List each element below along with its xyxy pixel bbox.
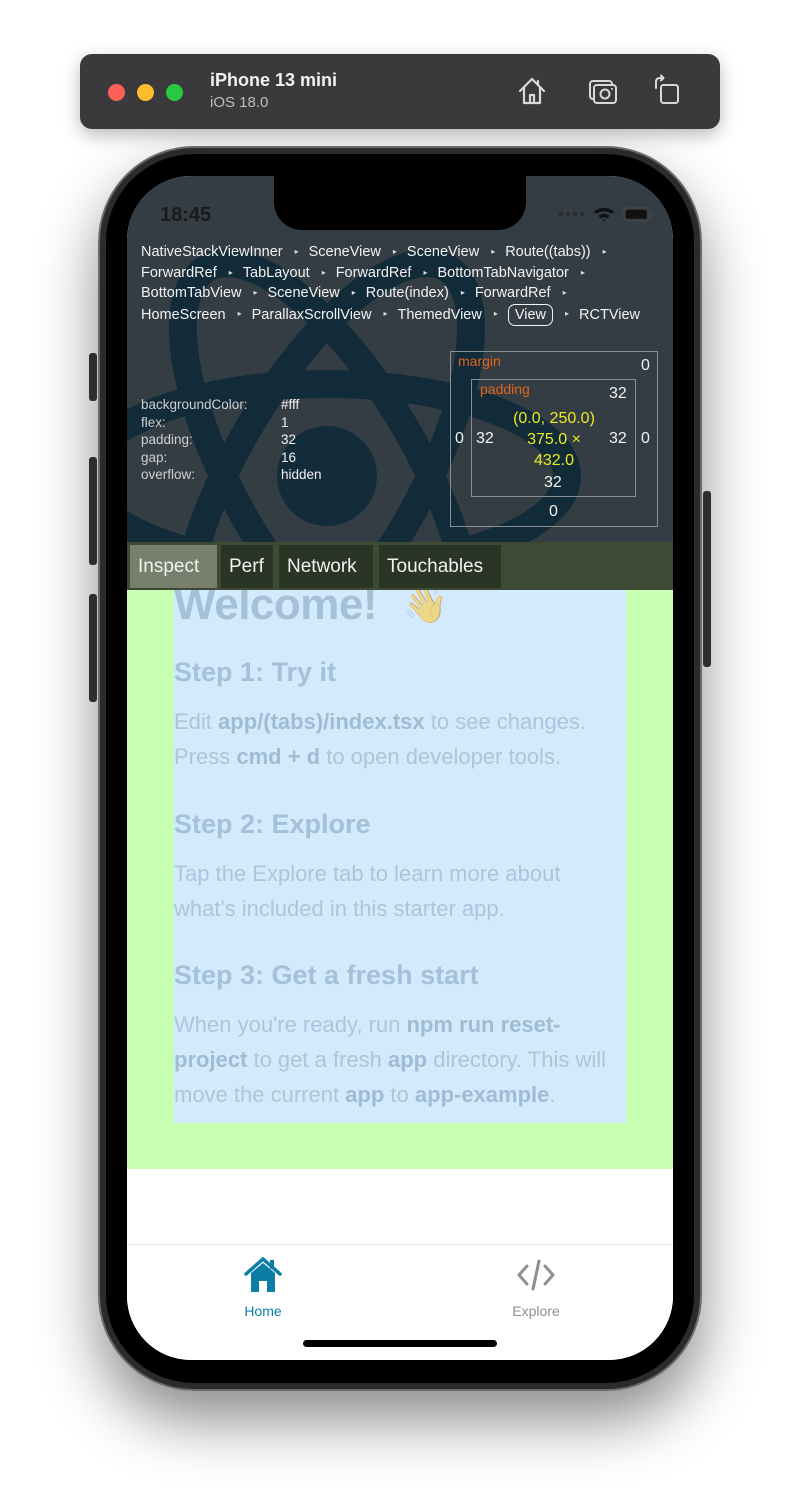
screenshot-icon[interactable]	[586, 74, 620, 108]
breadcrumb-item[interactable]: SceneView	[268, 283, 340, 304]
home-icon[interactable]	[515, 74, 549, 108]
prop-row: overflow: hidden	[141, 467, 322, 482]
breadcrumb-item[interactable]: SceneView	[309, 242, 381, 263]
os-version: iOS 18.0	[210, 94, 269, 111]
margin-bottom-value: 0	[549, 503, 558, 520]
status-icons	[559, 206, 653, 222]
breadcrumb-separator: ▸	[493, 308, 498, 318]
tab-explore-label: Explore	[512, 1303, 560, 1319]
padding-label: padding	[480, 381, 530, 397]
rotate-icon[interactable]	[650, 74, 684, 108]
power-button	[703, 491, 711, 667]
element-inspector: 18:45 NativeStackViewInner ▸ SceneView ▸ Sce…	[127, 176, 673, 542]
inspector-tabs: Inspect Perf Network Touchables	[127, 542, 673, 590]
breadcrumb-separator: ▸	[383, 308, 388, 318]
tab-home-label: Home	[244, 1303, 282, 1319]
margin-right-value: 0	[641, 430, 650, 447]
zoom-window-button[interactable]	[166, 84, 183, 101]
tab-inspect[interactable]: Inspect	[130, 545, 217, 588]
breadcrumb-separator: ▸	[392, 247, 397, 256]
prop-row: flex: 1	[141, 414, 289, 430]
mute-switch	[89, 353, 97, 401]
breadcrumb-item[interactable]: TabLayout	[243, 263, 310, 284]
breadcrumb-separator: ▸	[580, 267, 585, 277]
breadcrumb-separator: ▸	[321, 267, 326, 277]
breadcrumb-item[interactable]: ThemedView	[397, 305, 481, 326]
step-2-title: Step 2: Explore	[174, 809, 371, 839]
breadcrumb-separator: ▸	[602, 247, 607, 256]
phone-screen: Welcome! 👋 Step 1: Try it Edit app/(tabs…	[127, 176, 673, 1360]
margin-left-value: 0	[455, 430, 464, 447]
prop-row: backgroundColor: #fff	[141, 397, 300, 412]
style-props: backgroundColor: #fff flex: 1 padding: 32 g…	[141, 396, 322, 484]
step-3-body: When you're ready, run npm run reset-pro…	[174, 1012, 607, 1107]
step-3-title: Step 3: Get a fresh start	[174, 960, 479, 990]
breadcrumb-separator: ▸	[491, 247, 496, 256]
breadcrumb-separator: ▸	[460, 288, 465, 297]
prop-row: gap: 16	[141, 449, 297, 465]
simulator-toolbar: iPhone 13 mini iOS 18.0	[80, 54, 720, 129]
device-name: iPhone 13 mini	[210, 70, 338, 90]
status-time: 18:45	[160, 204, 212, 226]
margin-label: margin	[458, 353, 501, 369]
breadcrumb-item[interactable]: BottomTabView	[141, 283, 241, 304]
volume-up-button	[89, 457, 97, 565]
element-size-width: 375.0 ×	[527, 431, 581, 448]
breadcrumb-item[interactable]: View	[507, 303, 554, 326]
breadcrumb-item[interactable]: Route(index)	[366, 283, 449, 304]
padding-bottom-value: 32	[544, 474, 562, 491]
step-2-body: Tap the Explore tab to learn more about …	[174, 861, 561, 921]
volume-down-button	[89, 594, 97, 702]
breadcrumb-separator: ▸	[253, 288, 258, 297]
tab-network[interactable]: Network	[279, 545, 373, 588]
wifi-icon	[594, 207, 614, 222]
breadcrumb-item[interactable]: SceneView	[407, 242, 479, 263]
margin-top-value: 0	[641, 357, 650, 374]
step-1-body: Edit app/(tabs)/index.tsx to see changes…	[174, 709, 587, 769]
element-size-height: 432.0	[533, 452, 575, 469]
breadcrumb-separator: ▸	[423, 267, 428, 277]
breadcrumb-item[interactable]: HomeScreen	[141, 305, 226, 326]
tab-home[interactable]: Home	[203, 1255, 323, 1319]
close-window-button[interactable]	[108, 84, 125, 101]
wave-emoji: 👋	[403, 584, 448, 625]
code-icon	[476, 1255, 596, 1295]
breadcrumb-item[interactable]: Route((tabs))	[505, 242, 590, 263]
breadcrumb-separator: ▸	[294, 247, 299, 256]
prop-row: padding: 32	[141, 432, 297, 447]
breadcrumb-item[interactable]: NativeStackViewInner	[141, 242, 283, 263]
component-breadcrumbs: NativeStackViewInner ▸ SceneView ▸ SceneView…	[141, 242, 661, 326]
breadcrumb-item[interactable]: BottomTabNavigator	[437, 263, 568, 284]
breadcrumb-item[interactable]: ForwardRef	[336, 263, 412, 284]
minimize-window-button[interactable]	[137, 84, 154, 101]
breadcrumb-separator: ▸	[237, 308, 242, 318]
battery-icon	[623, 206, 653, 222]
step-1-title: Step 1: Try it	[174, 657, 337, 687]
breadcrumb-item[interactable]: ForwardRef	[141, 263, 217, 284]
signal-icon	[559, 212, 584, 216]
breadcrumb-separator: ▸	[351, 288, 356, 297]
element-position: (0.0, 250.0)	[513, 410, 595, 427]
breadcrumb-separator: ▸	[565, 308, 570, 318]
breadcrumb-item[interactable]: ParallaxScrollView	[252, 305, 372, 326]
breadcrumb-separator: ▸	[562, 288, 567, 297]
home-indicator[interactable]	[303, 1340, 497, 1347]
tab-touchables[interactable]: Touchables	[379, 545, 501, 588]
tab-explore[interactable]: Explore	[476, 1255, 596, 1319]
breadcrumb-separator: ▸	[228, 267, 233, 277]
breadcrumb-item[interactable]: ForwardRef	[475, 283, 551, 304]
breadcrumb-item[interactable]: RCTView	[579, 305, 640, 326]
padding-top-value: 32	[609, 385, 627, 402]
home-icon	[203, 1255, 323, 1295]
tab-perf[interactable]: Perf	[221, 545, 273, 588]
notch	[274, 176, 526, 230]
